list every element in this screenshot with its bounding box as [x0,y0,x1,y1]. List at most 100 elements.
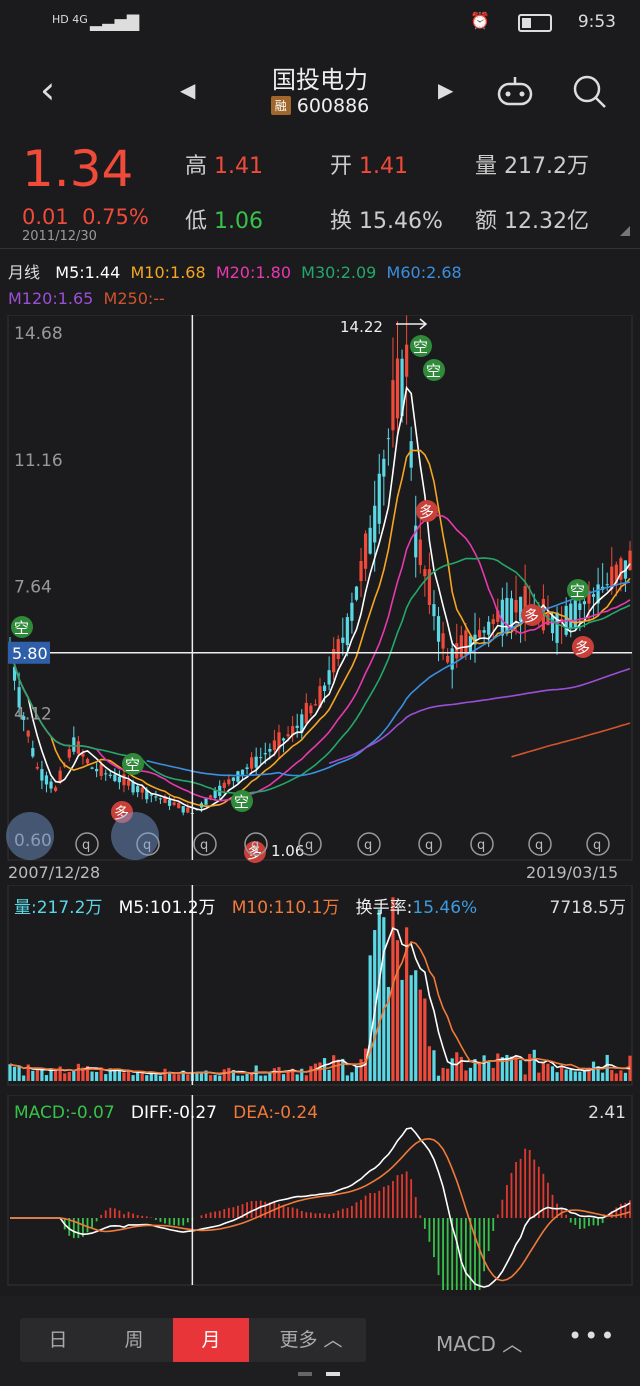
candle-body [505,597,509,634]
volume-bar [95,1071,99,1081]
candle-body [31,748,35,757]
tab-week[interactable]: 周 [96,1318,172,1362]
macd-histogram-bar [136,1215,139,1218]
candle-body [350,602,354,621]
volume-bar [122,1072,126,1081]
macd-histogram-bar [154,1218,157,1220]
period-tabs: 日 周 月 更多 ︿ [20,1318,366,1362]
volume-bar [113,1070,117,1081]
volume-bar [199,1073,204,1081]
candle-body [354,586,359,600]
ma-line [511,722,631,758]
macd-histogram-bar [264,1201,267,1218]
macd-histogram-bar [597,1218,599,1226]
volume-bar [245,1073,249,1081]
expand-corner-icon[interactable] [620,226,630,236]
indicator-selector[interactable]: MACD ︿ [436,1328,522,1357]
robot-icon[interactable] [496,74,534,108]
candle-body [204,798,208,805]
volume-bar [332,1055,336,1081]
candle-body [126,780,131,786]
volume-bar [528,1053,532,1081]
volume-bar [236,1075,240,1081]
macd-histogram-bar [205,1213,207,1218]
macd-histogram-bar [246,1202,248,1218]
candle-body [72,737,76,752]
volume-bar [573,1071,577,1081]
macd-histogram-bar [496,1214,499,1218]
volume-bar [569,1069,573,1081]
macd-histogram-bar [113,1208,116,1218]
macd-chart[interactable] [0,1095,640,1290]
macd-histogram-bar [569,1218,572,1223]
margin-badge: 融 [270,96,291,115]
tab-day[interactable]: 日 [20,1318,96,1362]
bottom-toolbar: 日 周 月 更多 ︿ MACD ︿ ••• [0,1296,640,1386]
volume-bar [432,1050,436,1081]
candle-body [386,438,390,440]
ma250-label: M250:-- [103,289,165,308]
macd-histogram-bar [387,1185,390,1218]
candle-body [104,773,108,775]
volume-bar [318,1062,322,1081]
current-price: 1.34 [22,140,134,198]
volume-bar [491,1067,495,1081]
volume-bar [145,1075,149,1081]
candlestick-chart[interactable]: 14.6811.167.644.120.605.8014.221.062007/… [0,315,640,890]
tab-month[interactable]: 月 [173,1318,249,1362]
cursor-price-label: 5.80 [12,644,48,663]
volume-bar [414,970,418,1081]
candle-body [368,527,372,554]
candle-body [359,561,363,582]
macd-histogram-bar [173,1218,176,1226]
macd-histogram-bar [337,1210,340,1218]
volume-bar [295,1074,299,1081]
candle-body [341,637,345,643]
candle-body [304,702,308,724]
candle-body [477,630,482,638]
volume-bar [532,1049,536,1081]
macd-histogram-bar [528,1149,531,1218]
volume-bar [208,1075,213,1081]
macd-histogram-bar [510,1172,513,1218]
macd-histogram-bar [186,1218,189,1223]
search-icon[interactable] [572,74,608,110]
macd-histogram-bar [524,1148,527,1218]
macd-histogram-bar [118,1210,121,1218]
vol-m5-label: M5:101.2万 [118,898,216,918]
zoom-in-handle-icon [111,812,159,860]
next-stock-icon[interactable]: ▶ [438,78,453,102]
volume-ma-line [9,940,631,1075]
more-menu-icon[interactable]: ••• [568,1322,616,1350]
macd-histogram-bar [223,1209,226,1218]
candle-body [99,764,103,777]
candle-body [181,806,185,813]
candle-body [108,774,112,776]
volume-bar [304,1075,308,1081]
tab-more[interactable]: 更多 ︿ [256,1318,366,1362]
open-field: 开 1.41 [330,154,408,179]
macd-histogram-bar [282,1205,285,1218]
candle-body [259,757,263,759]
candle-body [569,603,573,630]
amount-value: 12.32亿 [504,209,589,234]
volume-bar [327,1069,331,1081]
macd-histogram-bar [519,1158,522,1218]
volume-bar [455,1052,459,1081]
macd-histogram-bar [364,1195,367,1218]
volume-bar [350,1072,354,1081]
candle-body [272,740,277,750]
ma-line [328,667,631,765]
macd-histogram-bar [132,1213,134,1218]
volume-bar [117,1070,122,1081]
volume-bar [555,1072,559,1081]
volume-bar [450,1058,454,1081]
macd-histogram-bar [305,1212,308,1218]
volume-bar [514,1056,518,1081]
macd-histogram-bar [123,1214,125,1218]
long-signal-icon-text: 多 [575,639,590,657]
volume-bar [591,1061,596,1081]
high-value: 1.41 [214,154,263,179]
macd-histogram-bar [159,1218,162,1222]
macd-histogram-bar [547,1182,549,1218]
